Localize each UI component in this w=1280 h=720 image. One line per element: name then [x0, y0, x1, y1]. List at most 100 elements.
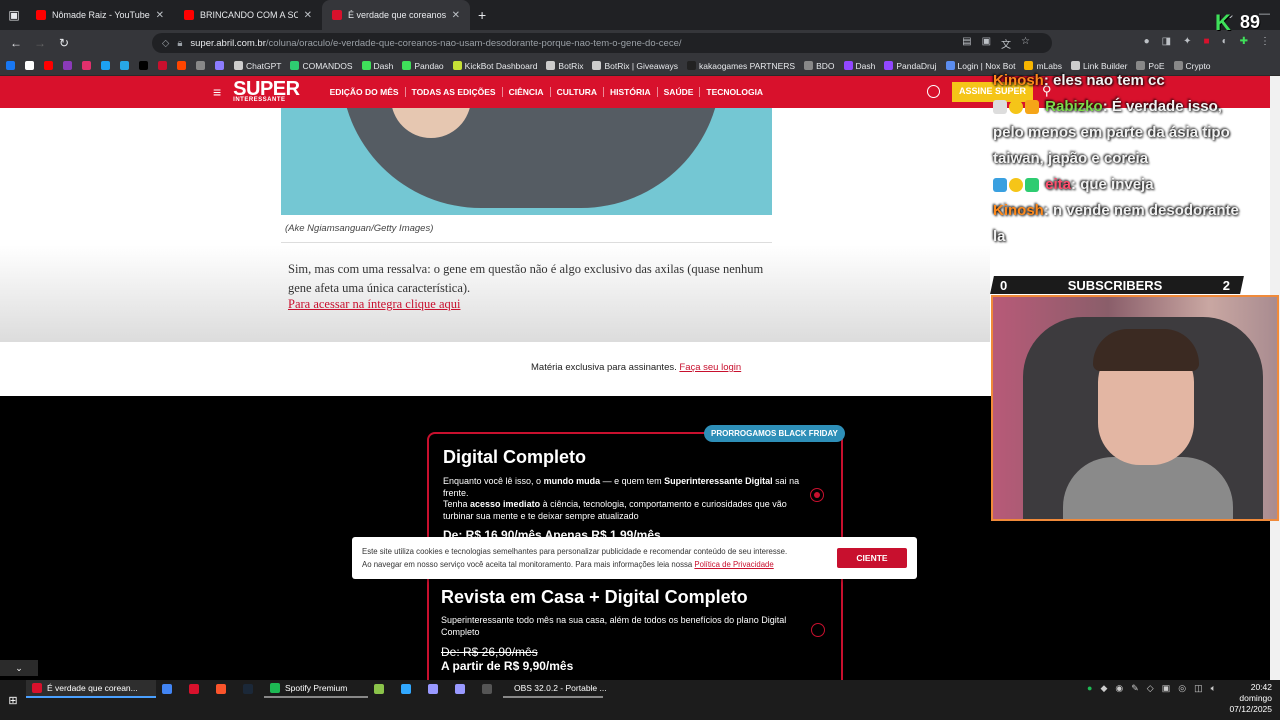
bookmark-item[interactable] [177, 61, 189, 70]
taskbar-app[interactable] [476, 680, 503, 698]
bookmark-item[interactable] [44, 61, 56, 70]
taskbar-app[interactable] [395, 680, 422, 698]
menu-item[interactable]: TECNOLOGIA [699, 87, 769, 97]
super-logo[interactable]: SUPER INTERESSANTE [233, 79, 300, 104]
bookmark-item[interactable] [82, 61, 94, 70]
menu-item[interactable]: EDIÇÃO DO MÊS [324, 87, 405, 97]
extension-icon[interactable]: ◨ [1162, 36, 1171, 47]
app-icon [374, 684, 384, 694]
taskbar-app[interactable] [422, 680, 449, 698]
extensions-icon[interactable]: ✦ [1183, 36, 1191, 47]
bookmark-item[interactable]: BotRix [546, 61, 583, 71]
bookmark-item[interactable]: KickBot Dashboard [452, 61, 537, 71]
bookmark-item[interactable] [101, 61, 113, 70]
login-link[interactable]: Faça seu login [679, 362, 741, 373]
app-icon [482, 684, 492, 694]
chevron-down-icon[interactable]: ⌄ [0, 660, 38, 676]
gem-badge-icon [1025, 178, 1039, 193]
tab-list-icon[interactable]: ▣ [2, 8, 26, 22]
bookmark-item[interactable]: BDO [804, 61, 835, 71]
new-tab-icon[interactable]: + [478, 7, 486, 23]
extension-icon[interactable]: ◐ [1222, 36, 1228, 47]
taskbar-app[interactable] [237, 680, 264, 698]
taskbar-app[interactable] [210, 680, 237, 698]
taskbar-app[interactable] [183, 680, 210, 698]
windows-start-icon[interactable]: ⊞ [0, 680, 26, 720]
bookmark-item[interactable] [63, 61, 75, 70]
shield-icon[interactable]: ◇ [162, 38, 169, 49]
bookmark-star-icon[interactable]: ☆ [1021, 36, 1030, 51]
bookmark-icon [101, 61, 110, 70]
hamburger-menu-icon[interactable]: ≡ [213, 84, 221, 100]
reload-icon[interactable]: ↻ [52, 36, 76, 50]
chat-message: Kinosh: n vende nem desodorante la [993, 198, 1253, 250]
browser-tab-super[interactable]: É verdade que coreanos não us ✕ [322, 0, 470, 30]
back-icon[interactable]: ← [4, 36, 28, 50]
menu-item[interactable]: CIÊNCIA [501, 87, 550, 97]
exclusive-notice: Matéria exclusiva para assinantes. Faça … [531, 362, 741, 373]
tray-icon[interactable]: ✎ [1131, 683, 1139, 694]
close-tab-icon[interactable]: ✕ [304, 10, 312, 21]
bookmark-item[interactable]: PandaDruj [884, 61, 937, 71]
volume-icon[interactable]: 🔈︎ [1211, 683, 1216, 694]
image-shirt [341, 108, 721, 208]
translate-icon[interactable]: 文 [1001, 36, 1011, 51]
system-clock[interactable]: 20:42 domingo 07/12/2025 [1229, 682, 1272, 715]
menu-item[interactable]: SAÚDE [656, 87, 700, 97]
webcam-hair [1093, 329, 1199, 371]
accept-cookies-button[interactable]: CIENTE [837, 548, 907, 568]
panda-badge-icon [993, 100, 1007, 115]
privacy-policy-link[interactable]: Política de Privacidade [694, 560, 773, 569]
tray-icon[interactable]: ▣ [1162, 683, 1171, 694]
system-tray: ● ◆ ◉ ✎ ◇ ▣ ◎ ◫ 🔈︎ [1087, 683, 1216, 694]
extension-icon[interactable]: ■ [1204, 36, 1210, 47]
close-tab-icon[interactable]: ✕ [156, 10, 164, 21]
network-icon[interactable]: ◫ [1194, 683, 1203, 694]
bookmark-item[interactable]: ChatGPT [234, 61, 281, 71]
bookmark-item[interactable] [120, 61, 132, 70]
bookmark-item[interactable]: Pandao [402, 61, 444, 71]
close-tab-icon[interactable]: ✕ [452, 10, 460, 21]
bookmark-item[interactable] [215, 61, 227, 70]
tray-icon[interactable]: ◆ [1100, 683, 1107, 694]
taskbar-app[interactable]: Spotify Premium [264, 680, 368, 698]
extension-icon[interactable]: ✚ [1240, 36, 1248, 47]
extension-icon[interactable]: ● [1144, 36, 1150, 47]
bookmark-item[interactable]: COMANDOS [290, 61, 353, 71]
taskbar-app[interactable] [368, 680, 395, 698]
bookmark-item[interactable] [196, 61, 208, 70]
taskbar-app[interactable] [156, 680, 183, 698]
discord-tray-icon[interactable]: ◉ [1115, 683, 1123, 694]
lock-icon[interactable]: 🔒︎ [177, 38, 182, 49]
screenshot-icon[interactable]: ▣ [982, 36, 991, 51]
bookmark-item[interactable] [158, 61, 170, 70]
taskbar-app[interactable]: É verdade que corean... [26, 680, 156, 698]
tray-icon[interactable]: ◇ [1147, 683, 1154, 694]
bookmark-item[interactable]: Dash [361, 61, 393, 71]
browser-tab-youtube[interactable]: Nômade Raiz - YouTube ✕ [26, 0, 174, 30]
bookmark-item[interactable] [6, 61, 18, 70]
forward-icon[interactable]: → [28, 36, 52, 50]
spotify-tray-icon[interactable]: ● [1087, 683, 1092, 694]
browser-tab-brincando[interactable]: BRINCANDO COM A SORTE N ✕ [174, 0, 322, 30]
menu-item[interactable]: TODAS AS EDIÇÕES [404, 87, 502, 97]
taskbar-app[interactable] [449, 680, 476, 698]
menu-icon[interactable]: ⋮ [1260, 36, 1270, 47]
menu-item[interactable]: HISTÓRIA [603, 87, 657, 97]
menu-item[interactable]: CULTURA [549, 87, 603, 97]
coin-badge-icon [1009, 178, 1023, 193]
plan1-radio[interactable] [810, 488, 824, 502]
user-account-icon[interactable] [927, 85, 940, 98]
bookmark-item[interactable] [25, 61, 37, 70]
taskbar-app[interactable]: OBS 32.0.2 - Portable ... [503, 680, 607, 698]
reader-icon[interactable]: ▤ [962, 36, 971, 51]
bookmark-item[interactable]: BotRix | Giveaways [592, 61, 678, 71]
bookmark-item[interactable]: kakaogames PARTNERS [687, 61, 795, 71]
url-field[interactable]: ◇ 🔒︎ super.abril.com.br/coluna/oraculo/e… [152, 33, 1052, 53]
tray-icon[interactable]: ◎ [1178, 683, 1186, 694]
plan2-radio[interactable] [811, 623, 825, 637]
minimize-icon[interactable]: — [1259, 8, 1270, 21]
read-full-link[interactable]: Para acessar na íntegra clique aqui [288, 297, 461, 312]
bookmark-item[interactable]: Dash [843, 61, 875, 71]
bookmark-item[interactable] [139, 61, 151, 70]
